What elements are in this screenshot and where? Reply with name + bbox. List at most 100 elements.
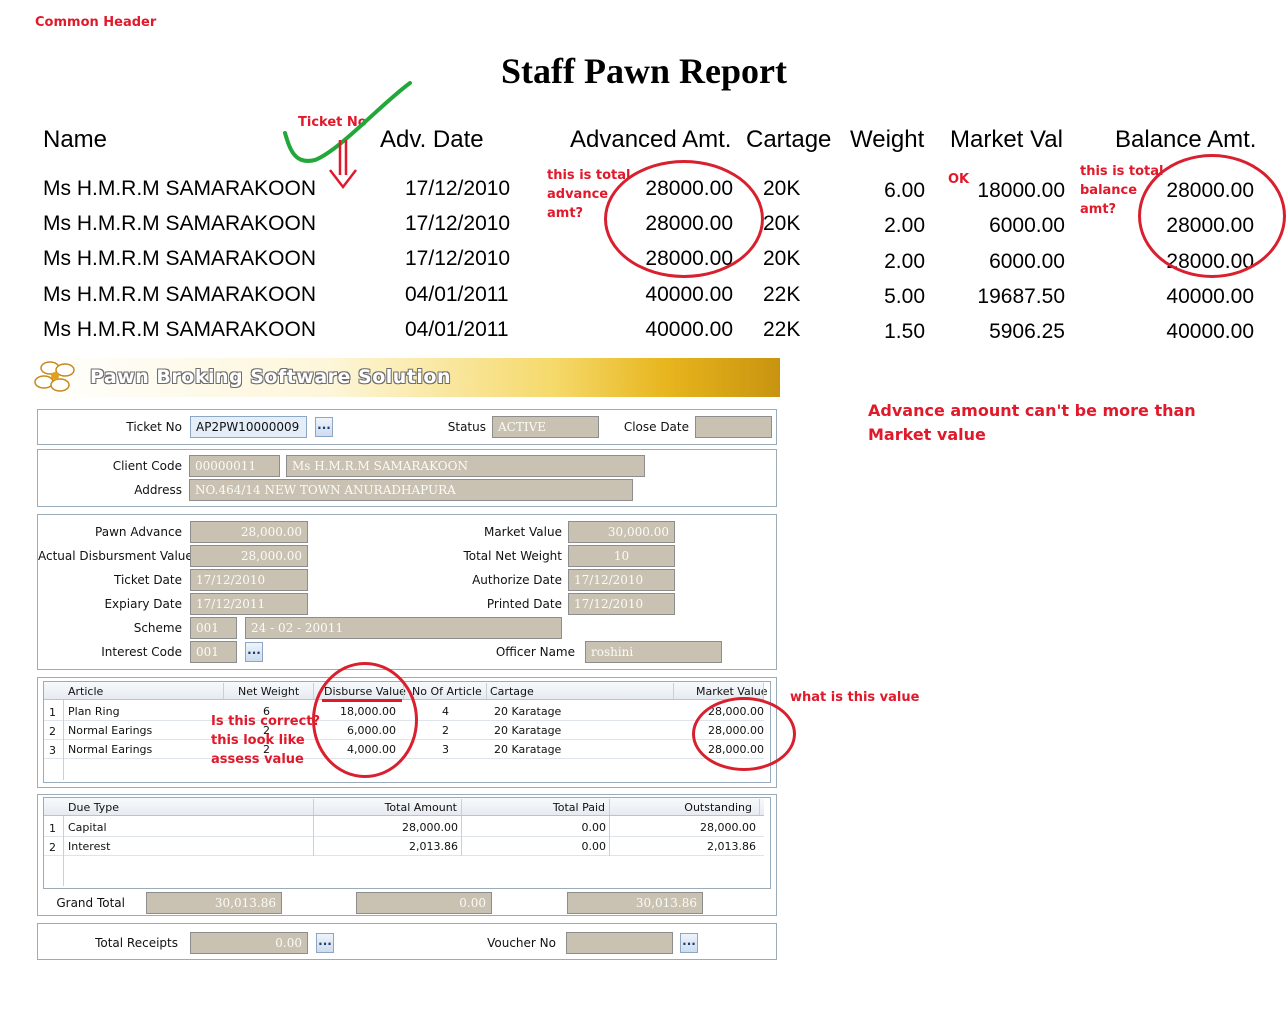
status-label: Status — [447, 420, 486, 434]
report-cell-advanced: 40000.00 — [645, 318, 733, 341]
total-receipts-label: Total Receipts — [95, 936, 178, 950]
disbursment-field: 28,000.00 — [190, 545, 308, 567]
article-cartage[interactable]: 20 Karatage — [494, 743, 561, 756]
grand-total-label: Grand Total — [56, 896, 125, 910]
col-divider — [759, 799, 760, 815]
report-cell-market: 6000.00 — [989, 214, 1065, 237]
common-header-note: Common Header — [35, 15, 157, 30]
what-value-note: what is this value — [790, 690, 920, 705]
ticket-no-input[interactable]: AP2PW10000009 — [190, 416, 307, 438]
flower-logo-icon — [34, 361, 75, 392]
due-total[interactable]: 2,013.86 — [330, 840, 458, 853]
no-of-article-col-header[interactable]: No Of Article — [412, 685, 482, 698]
col-divider — [313, 683, 314, 699]
due-paid[interactable]: 0.00 — [480, 840, 607, 853]
assess-value-note: Is this correct? this look like assess v… — [211, 714, 321, 767]
ticket-browse-button[interactable]: ... — [315, 417, 333, 437]
due-outstanding[interactable]: 2,013.86 — [620, 840, 756, 853]
due-type[interactable]: Interest — [68, 840, 110, 853]
voucher-no-field — [566, 932, 673, 954]
article-count[interactable]: 4 — [442, 705, 449, 718]
report-cell-weight: 5.00 — [884, 285, 925, 308]
due-row-index: 2 — [49, 841, 56, 854]
report-cell-balance: 40000.00 — [1166, 285, 1254, 308]
due-type-col-header[interactable]: Due Type — [68, 801, 119, 814]
row-index-divider — [63, 816, 64, 886]
net-weight-label: Total Net Weight — [463, 549, 562, 563]
article-cartage[interactable]: 20 Karatage — [494, 724, 561, 737]
due-type[interactable]: Capital — [68, 821, 107, 834]
article-name[interactable]: Normal Earings — [68, 724, 152, 737]
due-total[interactable]: 28,000.00 — [330, 821, 458, 834]
market-value-field: 30,000.00 — [568, 521, 675, 543]
market-col-header[interactable]: Market Value — [696, 685, 768, 698]
expiary-date-field: 17/12/2011 — [190, 593, 308, 615]
balance-amt-circle — [1138, 154, 1286, 278]
close-date-field — [695, 416, 772, 438]
col-divider — [486, 683, 487, 699]
market-value-label: Market Value — [483, 525, 562, 539]
voucher-browse-button[interactable]: ... — [680, 933, 698, 953]
report-cell-date: 17/12/2010 — [405, 212, 511, 235]
report-cell-weight: 6.00 — [884, 179, 925, 202]
cartage-col-header[interactable]: Cartage — [490, 685, 534, 698]
printed-date-label: Printed Date — [486, 597, 562, 611]
address-label: Address — [134, 483, 182, 497]
col-divider — [673, 683, 674, 699]
article-count[interactable]: 3 — [442, 743, 449, 756]
scheme-name-field: 24 - 02 - 20011 — [245, 617, 562, 639]
grand-outstanding-field: 30,013.86 — [567, 892, 703, 914]
due-paid[interactable]: 0.00 — [480, 821, 607, 834]
report-title: Staff Pawn Report — [501, 51, 787, 91]
report-header-market-val: Market Val — [950, 126, 1063, 153]
article-name[interactable]: Normal Earings — [68, 743, 152, 756]
advance-rule-note: Advance amount can't be more than Market… — [868, 401, 1196, 444]
disburse-circle — [312, 662, 418, 778]
article-count[interactable]: 2 — [442, 724, 449, 737]
total-paid-col-header[interactable]: Total Paid — [470, 801, 605, 814]
due-outstanding[interactable]: 28,000.00 — [620, 821, 756, 834]
report-cell-date: 04/01/2011 — [405, 283, 509, 306]
outstanding-col-header[interactable]: Outstanding — [620, 801, 752, 814]
report-header-name: Name — [43, 126, 108, 153]
advanced-amt-circle — [604, 160, 764, 278]
net-weight-field: 10 — [568, 545, 675, 567]
expiary-date-label: Expiary Date — [104, 597, 182, 611]
receipts-browse-button[interactable]: ... — [316, 933, 334, 953]
checkmark-arrow-marks — [283, 81, 412, 190]
ticket-date-field: 17/12/2010 — [190, 569, 308, 591]
total-receipts-field: 0.00 — [190, 932, 308, 954]
col-divider — [223, 683, 224, 699]
report-cell-weight: 2.00 — [884, 250, 925, 273]
report-cell-advanced: 40000.00 — [645, 283, 733, 306]
row-divider — [44, 855, 764, 856]
report-cell-weight: 2.00 — [884, 214, 925, 237]
report-cell-weight: 1.50 — [884, 320, 925, 343]
interest-code-label: Interest Code — [101, 645, 182, 659]
authorize-date-field: 17/12/2010 — [568, 569, 675, 591]
report-cell-name: Ms H.M.R.M SAMARAKOON — [43, 212, 317, 235]
report-cell-date: 04/01/2011 — [405, 318, 509, 341]
article-name[interactable]: Plan Ring — [68, 705, 120, 718]
article-cartage[interactable]: 20 Karatage — [494, 705, 561, 718]
officer-name-label: Officer Name — [495, 645, 575, 659]
status-field: ACTIVE — [492, 416, 599, 438]
col-divider — [609, 799, 610, 815]
report-cell-name: Ms H.M.R.M SAMARAKOON — [43, 247, 317, 270]
pawn-advance-field: 28,000.00 — [190, 521, 308, 543]
col-divider — [313, 799, 314, 815]
col-divider — [461, 799, 462, 815]
report-header-cartage: Cartage — [746, 126, 832, 153]
address-field: NO.464/14 NEW TOWN ANURADHAPURA — [189, 479, 633, 501]
total-amount-col-header[interactable]: Total Amount — [320, 801, 457, 814]
disbursment-label: Actual Disbursment Value — [38, 549, 193, 563]
net-weight-col-header[interactable]: Net Weight — [238, 685, 299, 698]
market-value-circle — [692, 697, 796, 771]
pawn-advance-label: Pawn Advance — [95, 525, 182, 539]
authorize-date-label: Authorize Date — [472, 573, 562, 587]
interest-browse-button[interactable]: ... — [245, 642, 263, 662]
article-col-header[interactable]: Article — [68, 685, 103, 698]
report-cell-cartage: 22K — [763, 318, 801, 341]
report-cell-balance: 40000.00 — [1166, 320, 1254, 343]
report-cell-name: Ms H.M.R.M SAMARAKOON — [43, 283, 317, 306]
